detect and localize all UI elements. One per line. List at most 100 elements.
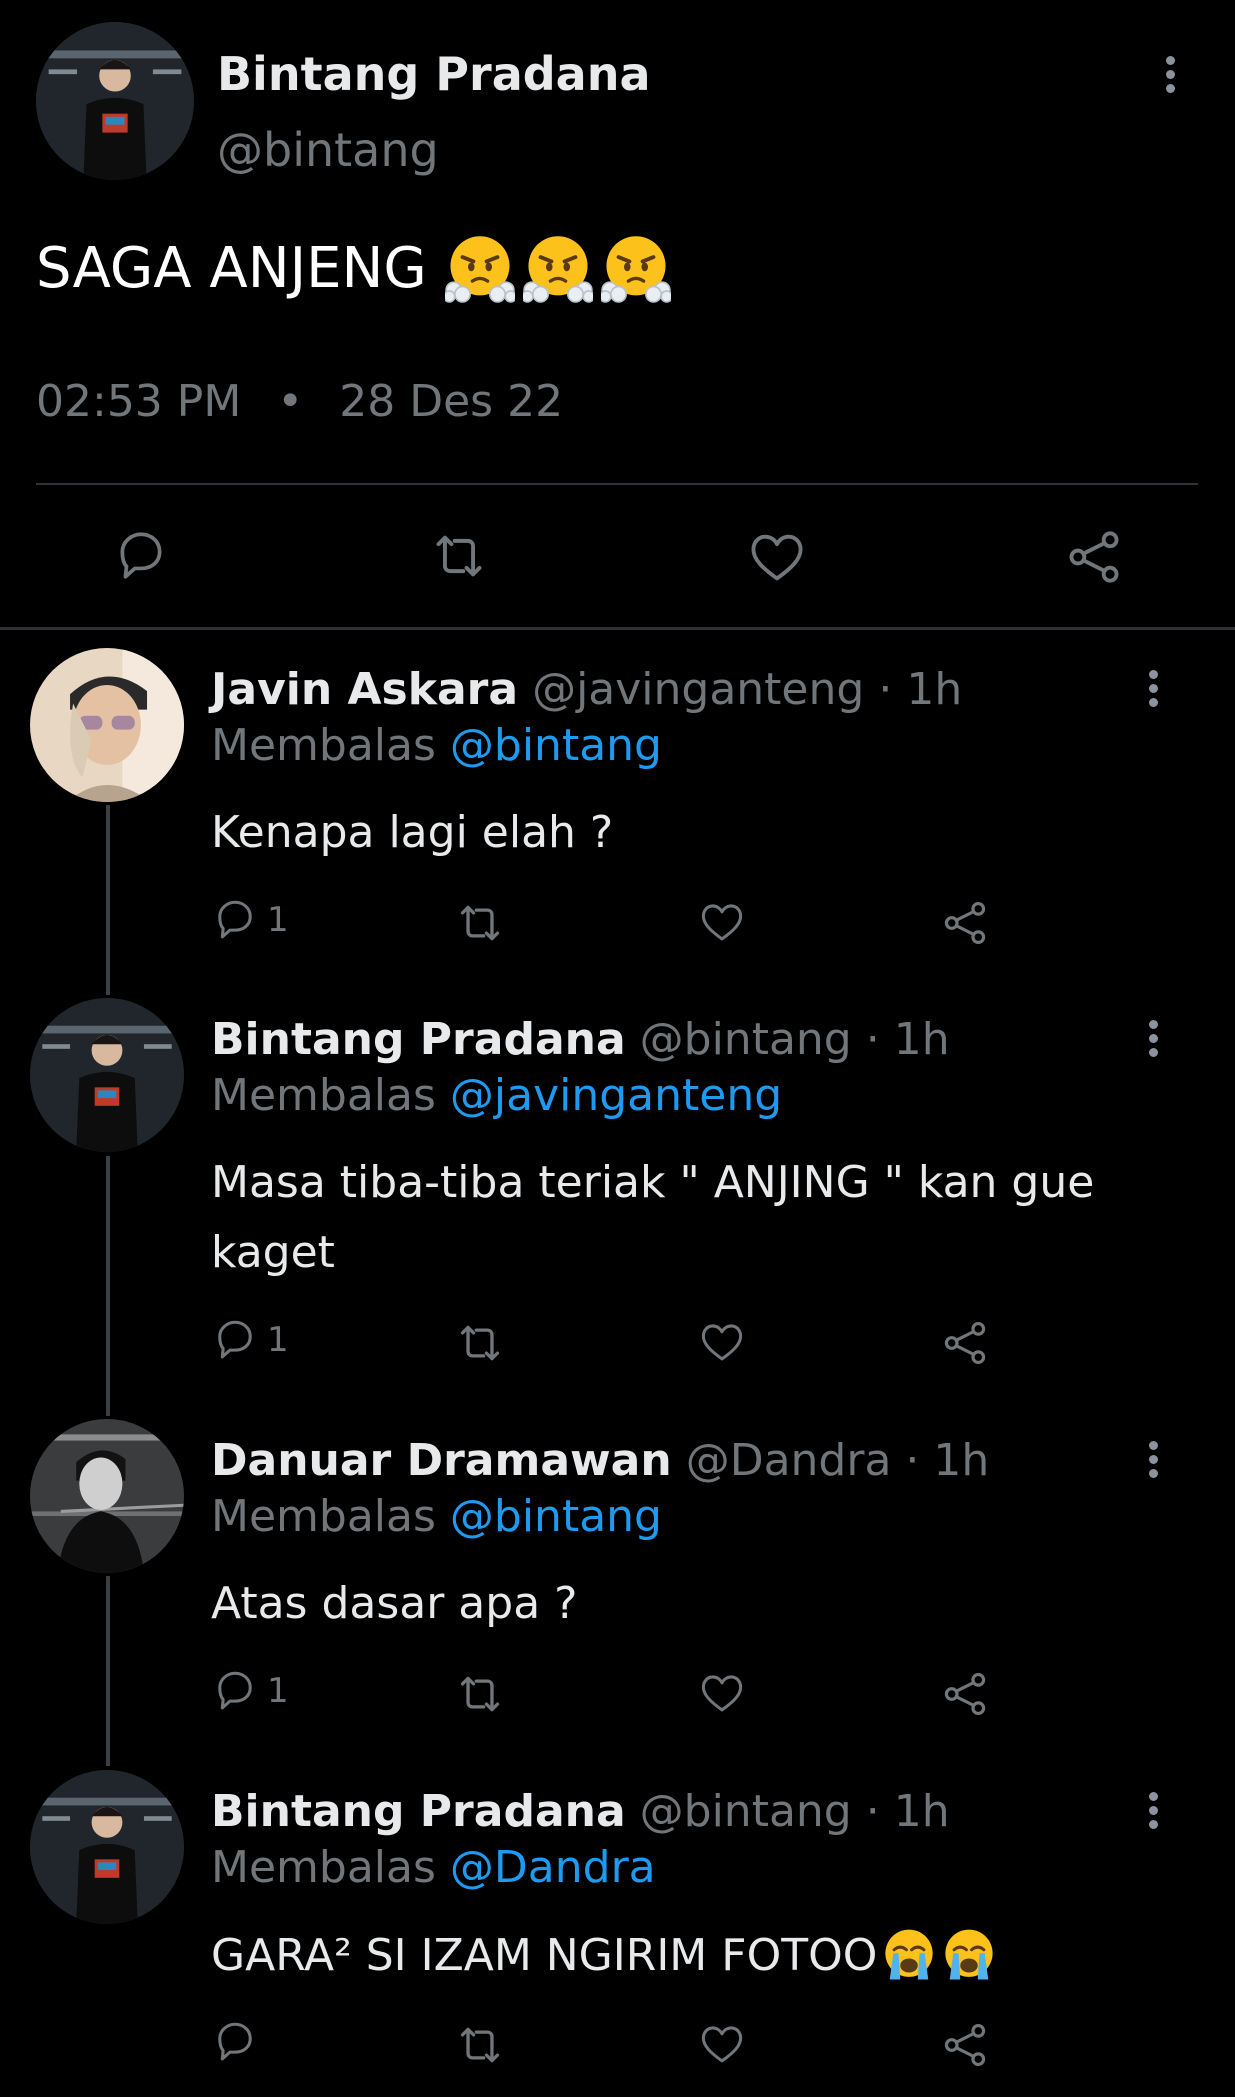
reply-count: 1 xyxy=(267,1671,289,1711)
like-button[interactable] xyxy=(698,1320,746,1364)
replying-to: Membalas @Dandra xyxy=(211,1840,656,1896)
divider xyxy=(36,483,1198,485)
dot-separator: · xyxy=(905,1435,920,1486)
reply-text: Kenapa lagi elah ? xyxy=(211,807,614,858)
display-name[interactable]: Danuar Dramawan xyxy=(211,1435,672,1486)
reply-text-content: GARA² SI IZAM NGIRIM FOTOO xyxy=(211,1929,878,1981)
like-button[interactable] xyxy=(698,900,746,944)
retweet-button[interactable] xyxy=(453,900,507,946)
share-icon xyxy=(944,1672,986,1716)
share-icon xyxy=(944,901,986,945)
avatar[interactable] xyxy=(30,648,184,802)
more-icon[interactable] xyxy=(1143,670,1163,712)
retweet-icon xyxy=(460,2027,500,2063)
reply-count: 1 xyxy=(267,1320,289,1360)
reply-time: 1h xyxy=(933,1435,990,1486)
dot-separator: · xyxy=(878,664,893,715)
face-with-steam-emoji xyxy=(444,234,515,303)
display-name[interactable]: Javin Askara xyxy=(211,664,518,715)
share-button[interactable] xyxy=(941,2022,989,2068)
reply-time: 1h xyxy=(893,1786,950,1837)
reply-button[interactable]: 1 xyxy=(211,898,289,942)
reply-time: 1h xyxy=(893,1014,950,1065)
reply-tweet[interactable]: Danuar Dramawan @Dandra · 1h Membalas @b… xyxy=(0,1419,1235,1739)
separator-dot: • xyxy=(277,376,304,427)
loudly-crying-face-emoji xyxy=(884,1928,935,1982)
user-handle[interactable]: @Dandra xyxy=(686,1435,892,1486)
face-with-steam-emoji xyxy=(522,234,593,303)
dot-separator: · xyxy=(865,1786,880,1837)
more-icon[interactable] xyxy=(1160,56,1180,98)
reply-text: GARA² SI IZAM NGIRIM FOTOO xyxy=(211,1920,997,1990)
replying-to: Membalas @bintang xyxy=(211,1489,662,1545)
more-icon[interactable] xyxy=(1143,1441,1163,1483)
reply-text: Atas dasar apa ? xyxy=(211,1578,578,1629)
user-handle[interactable]: @bintang xyxy=(640,1786,852,1837)
retweet-icon xyxy=(460,1325,500,1361)
reply-button[interactable]: 1 xyxy=(211,1669,289,1713)
avatar-photo xyxy=(30,1419,184,1573)
user-handle[interactable]: @bintang xyxy=(640,1014,852,1065)
comment-icon xyxy=(218,900,252,939)
avatar-photo xyxy=(36,22,194,180)
share-icon xyxy=(1069,531,1119,583)
share-button[interactable] xyxy=(941,1320,989,1366)
display-name[interactable]: Bintang Pradana xyxy=(217,44,651,104)
avatar[interactable] xyxy=(30,998,184,1152)
avatar-photo xyxy=(30,648,184,802)
retweet-icon xyxy=(436,535,482,577)
reply-header: Bintang Pradana @bintang · 1h xyxy=(211,1012,950,1068)
retweet-button[interactable] xyxy=(453,1671,507,1717)
face-with-steam-emoji xyxy=(600,234,671,303)
reply-button[interactable]: 1 xyxy=(211,1318,289,1362)
reply-tweet[interactable]: Bintang Pradana @bintang · 1h Membalas @… xyxy=(0,998,1235,1398)
user-handle[interactable]: @javinganteng xyxy=(532,664,864,715)
tweet-date: 28 Des 22 xyxy=(339,376,564,427)
replying-to: Membalas @javinganteng xyxy=(211,1068,782,1124)
like-icon xyxy=(751,534,803,581)
comment-icon xyxy=(218,1671,252,1710)
like-button[interactable] xyxy=(747,529,807,585)
display-name[interactable]: Bintang Pradana xyxy=(211,1014,626,1065)
avatar[interactable] xyxy=(30,1419,184,1573)
comment-icon xyxy=(218,1320,252,1359)
like-icon xyxy=(701,1324,743,1361)
tweet-timestamp: 02:53 PM • 28 Des 22 xyxy=(36,374,563,430)
reply-tweet[interactable]: Javin Askara @javinganteng · 1h Membalas… xyxy=(0,648,1235,968)
share-button[interactable] xyxy=(941,1671,989,1717)
retweet-button[interactable] xyxy=(428,529,490,583)
reply-button[interactable] xyxy=(112,527,170,585)
loudly-crying-face-emoji xyxy=(944,1928,995,1982)
like-icon xyxy=(701,1675,743,1712)
mention-link[interactable]: @javinganteng xyxy=(450,1070,782,1121)
avatar[interactable] xyxy=(36,22,194,180)
retweet-icon xyxy=(460,905,500,941)
tweet-text: SAGA ANJENG xyxy=(36,228,671,308)
retweet-button[interactable] xyxy=(453,2022,507,2068)
mention-link[interactable]: @Dandra xyxy=(450,1842,656,1893)
reply-time: 1h xyxy=(906,664,963,715)
share-button[interactable] xyxy=(1065,529,1123,585)
reply-count: 1 xyxy=(267,900,289,940)
comment-icon xyxy=(218,2022,252,2061)
avatar-photo xyxy=(30,998,184,1152)
like-button[interactable] xyxy=(698,1671,746,1715)
replying-to: Membalas @bintang xyxy=(211,718,662,774)
reply-tweet[interactable]: Bintang Pradana @bintang · 1h Membalas @… xyxy=(0,1770,1235,2090)
retweet-button[interactable] xyxy=(453,1320,507,1366)
reply-button[interactable] xyxy=(211,2020,267,2064)
avatar[interactable] xyxy=(30,1770,184,1924)
share-button[interactable] xyxy=(941,900,989,946)
more-icon[interactable] xyxy=(1143,1792,1163,1834)
reply-header: Javin Askara @javinganteng · 1h xyxy=(211,662,962,718)
mention-link[interactable]: @bintang xyxy=(450,720,662,771)
share-icon xyxy=(944,1321,986,1365)
user-handle[interactable]: @bintang xyxy=(217,120,439,180)
mention-link[interactable]: @bintang xyxy=(450,1491,662,1542)
like-button[interactable] xyxy=(698,2022,746,2066)
reply-header: Danuar Dramawan @Dandra · 1h xyxy=(211,1433,989,1489)
display-name[interactable]: Bintang Pradana xyxy=(211,1786,626,1837)
like-icon xyxy=(701,904,743,941)
more-icon[interactable] xyxy=(1143,1020,1163,1062)
retweet-icon xyxy=(460,1676,500,1712)
